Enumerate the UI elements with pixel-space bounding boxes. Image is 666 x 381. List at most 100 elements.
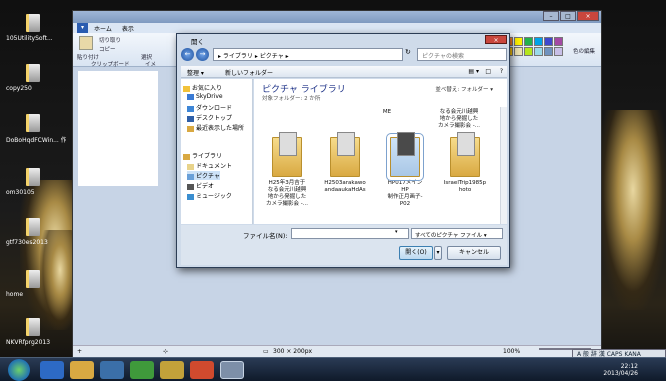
view-options-icon[interactable]: ▤ ▾ [468,68,479,75]
breadcrumb-libraries[interactable]: ライブラリ [223,53,253,60]
cloud-icon [187,93,194,100]
dialog-close-button[interactable]: × [485,35,507,44]
clock[interactable]: 22:12 2013/04/26 [603,363,638,377]
download-folder-icon [187,105,194,112]
help-icon[interactable]: ? [500,68,503,75]
maximize-icon[interactable]: □ [560,11,576,21]
filename-label: ファイル名(N): [243,232,288,240]
open-button[interactable]: 開く(O) [399,246,433,260]
color-swatch[interactable] [524,47,533,56]
add-icon: + [77,348,83,355]
start-button[interactable] [8,359,30,381]
color-swatch[interactable] [524,37,533,46]
shortcut-icon [26,114,40,132]
new-folder-button[interactable]: 新しいフォルダー [225,68,273,77]
fireworks-decoration [598,110,666,310]
app-icon[interactable] [130,361,154,379]
nav-favorites[interactable]: お気に入り [183,83,222,92]
desktop-icon[interactable]: om30105 [6,168,66,196]
dialog-title: 開く [191,38,204,46]
refresh-icon[interactable]: ↻ [405,48,415,61]
color-swatch[interactable] [554,37,563,46]
chevron-down-icon[interactable]: ▾ [395,229,398,235]
desktop-icon[interactable]: DoBoHqdFCWin... 作成2013 [6,114,66,144]
tab-home[interactable]: ホーム [90,23,116,33]
paste-icon[interactable] [79,36,93,50]
nav-documents[interactable]: ドキュメント [187,161,232,170]
arrange-by-dropdown[interactable]: 並べ替え: フォルダー ▾ [435,85,493,93]
canvas-size: 300 × 200px [273,348,313,355]
nav-music[interactable]: ミュージック [187,191,232,200]
desktop-icon[interactable]: 105UtilitySoft... [6,14,66,42]
folder-item[interactable]: H25年3月吉于 なる会元川越興 地から発掘した カメラ撮影会 -... [264,132,310,208]
folder-icon [386,132,424,181]
library-subtitle[interactable]: 対象フォルダー: 2 か所 [262,94,320,102]
edit-colors-button[interactable]: 色の編集 [573,47,595,55]
ie-icon[interactable] [40,361,64,379]
nav-desktop[interactable]: デスクトップ [187,113,232,122]
color-swatch[interactable] [514,47,523,56]
folder-item[interactable]: IsraelTrip1985p hoto [442,132,488,194]
color-swatch[interactable] [534,37,543,46]
file-menu-button[interactable]: ▾ [77,23,89,33]
folder-icon [272,132,302,177]
folder-item[interactable]: H2503arakawo andaaukaHdAs [322,132,368,194]
color-swatch[interactable] [534,47,543,56]
navigation-buttons: ← → [181,47,211,63]
chrome-icon[interactable] [190,361,214,379]
drawing-canvas[interactable] [78,71,158,186]
nav-recent-places[interactable]: 最近表示した場所 [187,123,244,132]
desktop-icons: 105UtilitySoft... copy250 DoBoHqdFCWin..… [0,0,68,355]
back-icon[interactable]: ← [181,48,194,61]
command-toolbar: 整理 ▾ 新しいフォルダー ▤ ▾ □ ? [181,66,507,78]
desktop-icon[interactable]: copy250 [6,64,66,92]
breadcrumb-pictures[interactable]: ピクチャ [260,53,284,60]
desktop-icon[interactable]: gtf730es2013 [6,218,66,246]
vertical-scrollbar[interactable] [500,107,507,224]
nav-downloads[interactable]: ダウンロード [187,103,232,112]
color-swatch[interactable] [544,37,553,46]
shortcut-icon [26,318,40,336]
status-bar: + ⊹ ▭ 300 × 200px 100% [73,345,601,357]
close-icon[interactable]: × [577,11,599,21]
nav-skydrive[interactable]: SkyDrive [187,93,223,100]
filetype-select[interactable]: すべてのピクチャ ファイル ▾ [411,228,503,239]
shortcut-icon [26,14,40,32]
app-icon[interactable] [160,361,184,379]
copy-button[interactable]: コピー [99,45,116,53]
shortcut-icon [26,218,40,236]
nav-pictures[interactable]: ピクチャ [187,171,220,180]
color-swatch[interactable] [554,47,563,56]
partial-item-label: なる会元川越興 地から発掘した カメラ撮影会 -... [438,109,480,129]
open-dropdown-icon[interactable]: ▾ [434,246,442,260]
preview-pane-icon[interactable]: □ [485,68,491,75]
nav-libraries[interactable]: ライブラリ [183,151,222,160]
search-input[interactable]: ピクチャの検索 [417,48,507,61]
shortcut-icon [26,270,40,288]
file-list: ピクチャ ライブラリ 対象フォルダー: 2 か所 並べ替え: フォルダー ▾ M… [254,79,507,224]
minimize-icon[interactable]: – [543,11,559,21]
folder-item-selected[interactable]: HP017メイン HP 制作正月画子- P02 [382,132,428,208]
shortcut-icon [26,168,40,186]
path-breadcrumb[interactable]: ▸ ライブラリ ▸ ピクチャ ▸ [213,48,403,61]
videos-icon [187,183,194,190]
organize-button[interactable]: 整理 ▾ [187,68,204,77]
media-player-icon[interactable] [100,361,124,379]
tab-view[interactable]: 表示 [118,23,138,33]
desktop-icon[interactable]: home [6,270,66,298]
filename-input[interactable] [291,228,409,239]
explorer-icon[interactable] [70,361,94,379]
cancel-button[interactable]: キャンセル [447,246,501,260]
breadcrumb-separator-icon: ▸ [285,53,289,60]
desktop-icon[interactable]: NKVRfprg2013 [6,318,66,346]
color-swatch[interactable] [544,47,553,56]
star-icon [183,85,190,92]
color-swatch[interactable] [514,37,523,46]
desktop-icon [187,115,194,122]
nav-videos[interactable]: ビデオ [187,181,214,190]
cut-button[interactable]: 切り取り [99,36,121,44]
folder-icon [450,132,480,177]
paint-titlebar: – □ × [73,11,601,23]
paint-taskbar-icon[interactable] [220,361,244,379]
forward-icon[interactable]: → [196,48,209,61]
